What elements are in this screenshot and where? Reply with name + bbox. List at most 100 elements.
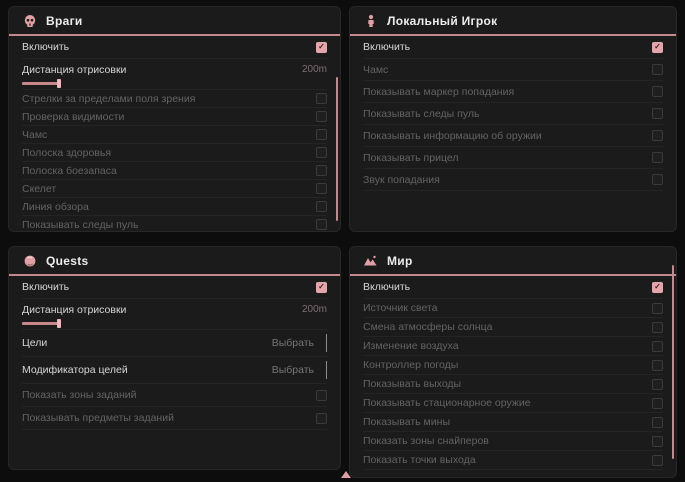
toggle-row: Показывать следы пуль [22, 216, 327, 232]
toggle-label: Включить [22, 281, 69, 293]
checkbox[interactable] [652, 417, 663, 428]
trainer-settings-screen: ВрагиВключитьДистанция отрисовки200mСтре… [0, 0, 685, 482]
slider-fill [22, 82, 59, 85]
toggle-row: Показывать стационарное оружие [363, 394, 663, 413]
checkbox[interactable] [652, 174, 663, 185]
panel-title: Локальный Игрок [387, 14, 497, 28]
scrollbar[interactable] [336, 77, 338, 221]
slider-handle[interactable] [57, 79, 61, 88]
toggle-label: Изменение воздуха [363, 340, 459, 352]
checkbox[interactable] [652, 42, 663, 53]
checkbox[interactable] [652, 282, 663, 293]
slider-row: Дистанция отрисовки200m [22, 59, 327, 90]
toggle-row: Звук попадания [363, 169, 663, 191]
orb-icon [22, 253, 37, 268]
chevron-down-icon [326, 361, 327, 379]
slider-row: Дистанция отрисовки 200m [22, 299, 327, 330]
person-icon [363, 13, 378, 28]
dropdown-row[interactable]: Модификатора целей Выбрать [22, 357, 327, 384]
dropdown-label: Цели [22, 337, 47, 349]
toggle-row: Проверка видимости [22, 108, 327, 126]
dropdown-label: Модификатора целей [22, 364, 128, 376]
checkbox[interactable] [316, 390, 327, 401]
dropdown-row[interactable]: Цели Выбрать [22, 330, 327, 357]
toggle-row: Показывать маркер попадания [363, 81, 663, 103]
checkbox[interactable] [652, 436, 663, 447]
checkbox[interactable] [652, 341, 663, 352]
toggle-row: Включить [22, 36, 327, 59]
toggle-label: Показывать стационарное оружие [363, 397, 531, 409]
toggle-label: Смена атмосферы солнца [363, 321, 492, 333]
toggle-label: Показывать мины [363, 416, 450, 428]
checkbox[interactable] [652, 303, 663, 314]
toggle-row: Показывать мины [363, 413, 663, 432]
checkbox[interactable] [316, 42, 327, 53]
toggle-row: Чамс [22, 126, 327, 144]
toggle-row: Смена атмосферы солнца [363, 318, 663, 337]
toggle-row: Показать точки выхода [363, 451, 663, 470]
toggle-label: Стрелки за пределами поля зрения [22, 93, 195, 105]
rows: ВключитьЧамсПоказывать маркер попаданияП… [350, 36, 676, 191]
checkbox[interactable] [652, 152, 663, 163]
toggle-label: Включить [22, 41, 69, 53]
panel-header: Quests [9, 247, 340, 276]
panel-title: Мир [387, 254, 413, 268]
checkbox[interactable] [652, 379, 663, 390]
toggle-row: Показывать следы пуль [363, 103, 663, 125]
panel-title: Quests [46, 254, 88, 268]
checkbox[interactable] [316, 111, 327, 122]
checkbox[interactable] [316, 183, 327, 194]
toggle-row: Показывать информацию об оружии [363, 125, 663, 147]
checkbox[interactable] [316, 165, 327, 176]
checkbox[interactable] [652, 360, 663, 371]
checkbox[interactable] [652, 322, 663, 333]
checkbox[interactable] [316, 93, 327, 104]
rows: Включить Дистанция отрисовки200m Стрелки з… [9, 36, 340, 232]
toggle-label: Скелет [22, 183, 56, 195]
checkbox[interactable] [652, 64, 663, 75]
mountain-icon [363, 253, 378, 268]
panel-title: Враги [46, 14, 83, 28]
panel-header: Враги [9, 7, 340, 36]
checkbox[interactable] [316, 282, 327, 293]
slider-handle[interactable] [57, 319, 61, 328]
checkbox[interactable] [316, 129, 327, 140]
toggle-label: Звук попадания [363, 174, 440, 186]
toggle-label: Показывать следы пуль [363, 108, 479, 120]
checkbox[interactable] [316, 413, 327, 424]
toggle-row: Показать зоны снайперов [363, 432, 663, 451]
checkbox[interactable] [652, 108, 663, 119]
toggle-row: Стрелки за пределами поля зрения [22, 90, 327, 108]
panel-header: Локальный Игрок [350, 7, 676, 36]
toggle-label: Показать точки выхода [363, 454, 476, 466]
dropdown[interactable]: Выбрать [272, 361, 327, 379]
checkbox[interactable] [652, 130, 663, 141]
toggle-label: Полоска боезапаса [22, 165, 117, 177]
toggle-row: Показывать предметы заданий [22, 407, 327, 430]
checkbox[interactable] [652, 398, 663, 409]
slider[interactable] [22, 79, 327, 88]
panel-enemies: Враги Включить Дистанция отрисовки200m Стре… [8, 6, 341, 232]
slider-label: Дистанция отрисовки [22, 304, 126, 316]
checkbox[interactable] [316, 219, 327, 230]
checkbox[interactable] [652, 86, 663, 97]
checkbox[interactable] [652, 455, 663, 466]
toggle-row: Включить [363, 276, 663, 299]
dropdown-value: Выбрать [272, 337, 314, 349]
slider[interactable] [22, 319, 327, 328]
dropdown-value: Выбрать [272, 364, 314, 376]
toggle-row: Чамс [363, 59, 663, 81]
toggle-row: Полоска здоровья [22, 144, 327, 162]
slider-value: 200m [302, 304, 327, 315]
checkbox[interactable] [316, 201, 327, 212]
toggle-label: Показывать прицел [363, 152, 458, 164]
toggle-label: Показывать следы пуль [22, 219, 138, 231]
panel-world: МирВключитьИсточник светаСмена атмосферы… [349, 246, 677, 478]
toggle-row: Изменение воздуха [363, 337, 663, 356]
checkbox[interactable] [316, 147, 327, 158]
toggle-label: Контроллер погоды [363, 359, 458, 371]
scrollbar[interactable] [672, 265, 674, 459]
toggle-row: Скелет [22, 180, 327, 198]
toggle-label: Линия обзора [22, 201, 89, 213]
dropdown[interactable]: Выбрать [272, 334, 327, 352]
